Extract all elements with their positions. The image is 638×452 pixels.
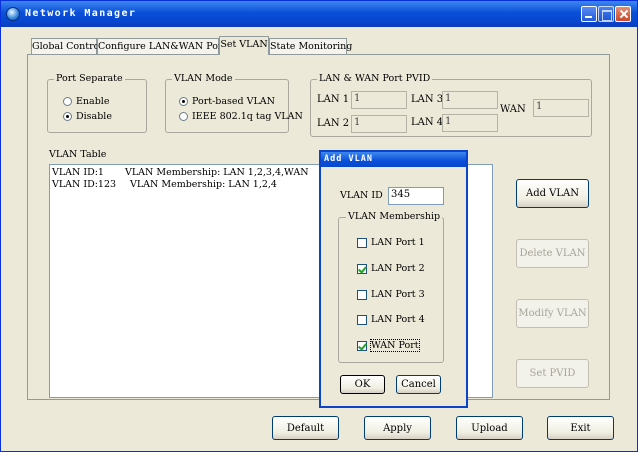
ieee-tag-vlan-radio-dot[interactable] [179, 112, 188, 121]
port-based-vlan-label: Port-based VLAN [192, 96, 275, 107]
tab-global-control[interactable]: Global Control [31, 38, 102, 54]
delete-vlan-button[interactable]: Delete VLAN [516, 239, 589, 268]
vlan-id-label: VLAN ID [340, 190, 383, 201]
lan1-label: LAN 1 [317, 94, 350, 105]
apply-button[interactable]: Apply [364, 416, 431, 440]
vlan-membership-cell: VLAN Membership: LAN 1,2,3,4,WAN [125, 167, 309, 178]
vlan-id-cell: VLAN ID:1 [52, 167, 104, 178]
wan-port-label: WAN Port [370, 339, 420, 352]
lan2-pvid-field[interactable]: 1 [351, 115, 407, 133]
cancel-button[interactable]: Cancel [396, 375, 441, 394]
app-globe-icon [6, 7, 20, 21]
lan4-pvid-field[interactable]: 1 [442, 114, 498, 132]
exit-button[interactable]: Exit [547, 416, 614, 440]
vlan-id-cell: VLAN ID:123 [52, 179, 117, 190]
disable-radio-label: Disable [76, 111, 112, 122]
ieee-tag-vlan-label: IEEE 802.1q tag VLAN [192, 111, 303, 122]
enable-radio-label: Enable [76, 96, 110, 107]
default-button[interactable]: Default [272, 416, 339, 440]
tab-set-vlan[interactable]: Set VLAN [219, 36, 269, 55]
enable-radio-dot[interactable] [63, 97, 72, 106]
lan-port-1-box[interactable] [357, 238, 367, 248]
title-bar[interactable]: Network Manager [1, 1, 637, 27]
add-vlan-button[interactable]: Add VLAN [516, 179, 589, 208]
lan1-pvid-field[interactable]: 1 [351, 91, 407, 109]
minimize-button[interactable] [581, 6, 597, 22]
tab-configure-lan-wan[interactable]: Configure LAN&WAN Port [97, 38, 226, 54]
vlan-mode-title: VLAN Mode [172, 73, 235, 84]
modify-vlan-button[interactable]: Modify VLAN [516, 299, 589, 328]
pvid-title: LAN & WAN Port PVID [317, 73, 433, 84]
ok-button[interactable]: OK [340, 375, 385, 394]
vlan-mode-group: VLAN Mode Port-based VLAN IEEE 802.1q ta… [165, 73, 303, 133]
dialog-title-bar[interactable]: Add VLAN [321, 152, 466, 167]
lan-port-3-box[interactable] [357, 290, 367, 300]
disable-radio-dot[interactable] [63, 112, 72, 121]
lan3-pvid-field[interactable]: 1 [442, 91, 498, 109]
lan3-label: LAN 3 [411, 94, 444, 105]
wan-pvid-field[interactable]: 1 [533, 99, 589, 117]
vlan-id-input[interactable]: 345 [388, 187, 444, 205]
lan-port-1-label: LAN Port 1 [371, 237, 425, 248]
add-vlan-dialog: Add VLAN VLAN ID 345 VLAN Membership LAN… [319, 150, 468, 408]
port-separate-group: Port Separate Enable Disable [47, 73, 147, 133]
lan-port-2-box[interactable] [357, 264, 367, 274]
wan-port-box[interactable] [357, 341, 367, 351]
vlan-table-title: VLAN Table [49, 149, 107, 160]
lan2-label: LAN 2 [317, 118, 350, 129]
maximize-button[interactable] [598, 6, 614, 22]
lan4-label: LAN 4 [411, 117, 444, 128]
lan-port-2-label: LAN Port 2 [371, 263, 425, 274]
close-button[interactable] [615, 6, 631, 22]
main-window: Network Manager Global Control Configure… [0, 0, 638, 452]
vlan-membership-title: VLAN Membership [346, 211, 443, 222]
lan-port-4-box[interactable] [357, 315, 367, 325]
vlan-membership-cell: VLAN Membership: LAN 1,2,4 [130, 179, 277, 190]
window-title: Network Manager [25, 8, 137, 19]
set-pvid-button[interactable]: Set PVID [516, 359, 589, 388]
port-separate-title: Port Separate [54, 73, 125, 84]
upload-button[interactable]: Upload [456, 416, 523, 440]
tab-state-monitoring[interactable]: State Monitoring [269, 38, 352, 54]
wan-label: WAN [500, 104, 526, 115]
lan-port-3-label: LAN Port 3 [371, 289, 425, 300]
port-based-vlan-radio-dot[interactable] [179, 97, 188, 106]
lan-port-4-label: LAN Port 4 [371, 314, 425, 325]
